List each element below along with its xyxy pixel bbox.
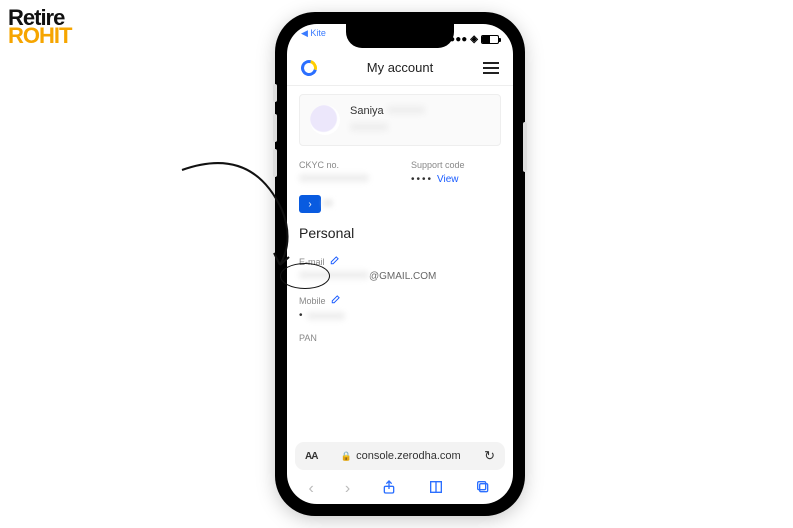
statusbar-right: ●●● ◈: [449, 28, 499, 50]
support-code-value: •••• View: [411, 174, 501, 185]
app-header: My account: [287, 50, 513, 86]
phone-screen: ◀ Kite 1:18 ●●● ◈ My account Saniya: [287, 24, 513, 504]
logo-line2: ROHIT: [8, 23, 71, 48]
brand-icon[interactable]: [298, 57, 320, 79]
mute-switch: [273, 84, 277, 102]
back-icon[interactable]: ‹: [309, 480, 314, 498]
mobile-label: Mobile: [299, 294, 501, 306]
edit-mobile-icon[interactable]: [331, 294, 341, 304]
ckyc-value-redacted: [299, 174, 369, 182]
profile-sub-redacted: [350, 123, 388, 131]
ckyc-support-row: CKYC no. Support code •••• View: [299, 160, 501, 185]
share-icon[interactable]: [381, 479, 397, 500]
support-code-label: Support code: [411, 160, 501, 170]
battery-icon: [481, 35, 499, 44]
volume-down: [273, 149, 277, 177]
menu-icon[interactable]: [483, 62, 499, 74]
edit-email-icon[interactable]: [330, 255, 340, 265]
volume-up: [273, 114, 277, 142]
profile-info: Saniya: [350, 105, 425, 135]
watermark-logo: Retire ROHIT: [8, 8, 71, 48]
power-button: [523, 122, 527, 172]
avatar: [310, 105, 340, 135]
content-area: Saniya CKYC no. Support code •••• View: [287, 86, 513, 442]
browser-tabbar: ‹ ›: [287, 474, 513, 504]
notch: [346, 24, 454, 48]
wifi-icon: ◈: [470, 34, 478, 45]
statusbar-back[interactable]: ◀ Kite: [301, 28, 326, 50]
support-code-view-link[interactable]: View: [437, 174, 459, 185]
reload-icon[interactable]: ↻: [484, 448, 495, 464]
bookmarks-icon[interactable]: [428, 479, 444, 500]
email-label: E-mail: [299, 255, 501, 267]
lock-icon: 🔒: [341, 451, 352, 462]
ckyc-field: CKYC no.: [299, 160, 389, 185]
text-size-button[interactable]: AA: [305, 451, 317, 462]
address-url[interactable]: 🔒 console.zerodha.com: [341, 450, 461, 462]
ckyc-label: CKYC no.: [299, 160, 389, 170]
profile-card: Saniya: [299, 94, 501, 146]
phone-mockup: ◀ Kite 1:18 ●●● ◈ My account Saniya: [277, 14, 523, 514]
address-bar[interactable]: AA 🔒 console.zerodha.com ↻: [295, 442, 505, 470]
tabs-icon[interactable]: [475, 479, 491, 500]
support-code-dots: ••••: [411, 174, 433, 185]
section-title-personal: Personal: [299, 225, 501, 241]
domain-text: console.zerodha.com: [356, 450, 461, 462]
page-title: My account: [367, 60, 433, 75]
expand-button[interactable]: ›: [299, 195, 321, 213]
email-value: @GMAIL.COM: [299, 271, 501, 282]
support-code-field: Support code •••• View: [411, 160, 501, 185]
forward-icon[interactable]: ›: [345, 480, 350, 498]
pan-label: PAN: [299, 333, 501, 343]
mobile-value: •: [299, 310, 501, 321]
profile-name: Saniya: [350, 105, 425, 117]
